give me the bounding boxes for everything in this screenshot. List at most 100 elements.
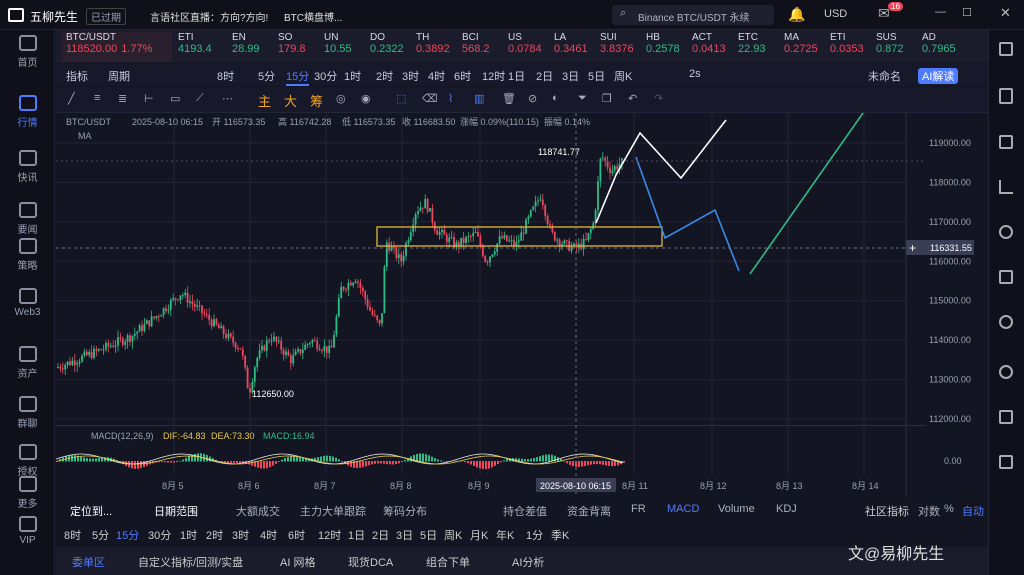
period-button[interactable]: 月K — [470, 527, 488, 543]
marquee-text-2[interactable]: BTC横盘博... — [284, 9, 342, 24]
toolbar-item[interactable]: 12时 — [482, 68, 505, 84]
orderbook-icon[interactable] — [999, 135, 1013, 149]
ticker-item[interactable]: ETI 0.0353 — [830, 32, 874, 62]
panel-icon[interactable] — [999, 42, 1013, 56]
channel-tool-icon[interactable]: ≣ — [118, 92, 127, 105]
lock-icon[interactable]: ⊘ — [528, 92, 537, 105]
toolbar-item[interactable]: 3日 — [562, 68, 579, 84]
main-indicator-button[interactable]: 主 — [258, 91, 271, 110]
nav-item-more[interactable]: 更多 — [0, 476, 55, 510]
period-button[interactable]: 1日 — [348, 527, 365, 543]
nav-item-assets[interactable]: 资产 — [0, 346, 55, 380]
indicator-tab[interactable]: KDJ — [776, 503, 797, 515]
refresh-icon[interactable] — [999, 365, 1013, 379]
grid-icon[interactable] — [999, 270, 1013, 284]
toolbar-item[interactable]: 周K — [614, 68, 632, 84]
measure-icon[interactable]: ▥ — [474, 92, 484, 105]
ticker-item[interactable]: SUS 0.872 — [876, 32, 920, 62]
nav-item-strategy[interactable]: 策略 — [0, 238, 55, 272]
period-button[interactable]: 30分 — [148, 527, 171, 543]
nav-item-news[interactable]: 快讯 — [0, 150, 55, 184]
ticker-item[interactable]: DO 0.2322 — [370, 32, 414, 62]
ticker-item[interactable]: BTC/USDT 118520.00 1.77% — [62, 32, 172, 62]
ray-tool-icon[interactable]: ⊢ — [144, 92, 154, 105]
chart-icon[interactable] — [999, 180, 1013, 194]
panel-tab[interactable]: 组合下单 — [426, 554, 470, 570]
toolbar-item[interactable]: 1日 — [508, 68, 525, 84]
indicator-tab[interactable]: 持仓差值 — [503, 503, 547, 519]
clock-icon[interactable] — [999, 225, 1013, 239]
period-button[interactable]: 年K — [496, 527, 514, 543]
toolbar-item[interactable]: 30分 — [314, 68, 337, 84]
ticker-item[interactable]: LA 0.3461 — [554, 32, 598, 62]
indicator-tab[interactable]: 大额成交 — [236, 503, 280, 519]
magnet-icon[interactable]: ◎ — [336, 92, 346, 105]
period-button[interactable]: 5日 — [420, 527, 437, 543]
indicator-tab[interactable]: 资金背离 — [567, 503, 611, 519]
rect-tool-icon[interactable]: ▭ — [170, 92, 180, 105]
redo-icon[interactable]: ↷ — [654, 92, 663, 105]
select-tool-icon[interactable]: ⬚ — [396, 92, 406, 105]
nav-item-headlines[interactable]: 要闻 — [0, 202, 55, 236]
ticker-item[interactable]: TH 0.3892 — [416, 32, 460, 62]
more-tools-icon[interactable]: ⋯ — [222, 92, 233, 105]
eye-icon[interactable]: ◉ — [361, 92, 371, 105]
period-button[interactable]: 5分 — [92, 527, 109, 543]
auto-toggle[interactable]: 自动 — [962, 503, 984, 519]
toolbar-item[interactable]: 2时 — [376, 68, 393, 84]
chip-button[interactable]: 筹 — [310, 91, 323, 110]
toolbar-item[interactable]: 5日 — [588, 68, 605, 84]
close-icon[interactable]: ✕ — [1000, 5, 1011, 21]
toolbar-item[interactable]: 2日 — [536, 68, 553, 84]
ticker-item[interactable]: ACT 0.0413 — [692, 32, 736, 62]
period-button[interactable]: 8时 — [64, 527, 81, 543]
marquee-text[interactable]: 言语社区直播：方向?方向! — [150, 9, 268, 24]
period-button[interactable]: 2时 — [206, 527, 223, 543]
nav-item-vip[interactable]: VIP — [0, 516, 55, 546]
community-indicator-button[interactable]: 社区指标 — [865, 503, 909, 519]
minimize-icon[interactable]: — — [935, 6, 946, 18]
indicator-tab[interactable]: 筹码分布 — [383, 503, 427, 519]
large-order-button[interactable]: 大 — [284, 91, 297, 110]
period-button[interactable]: 季K — [551, 527, 569, 543]
toolbar-item[interactable]: 2s — [689, 68, 701, 80]
filter-icon[interactable]: ⏷ — [578, 92, 587, 105]
ticker-item[interactable]: MA 0.2725 — [784, 32, 828, 62]
indicator-tab[interactable]: MACD — [667, 503, 699, 515]
ticker-item[interactable]: ETI 4193.4 — [178, 32, 222, 62]
pen-tool-icon[interactable]: ⟋ — [196, 92, 204, 105]
log-toggle[interactable]: 对数 — [918, 503, 940, 519]
layers-icon[interactable]: ❐ — [602, 92, 612, 105]
search-input[interactable]: Binance BTC/USDT 永续 — [638, 9, 750, 24]
period-button[interactable]: 1分 — [526, 527, 543, 543]
panel-tab[interactable]: AI 网格 — [280, 554, 315, 570]
ticker-item[interactable]: HB 0.2578 — [646, 32, 690, 62]
nav-item-web3[interactable]: Web3 — [0, 288, 55, 318]
nav-item-chat[interactable]: 群聊 — [0, 396, 55, 430]
locate-button[interactable]: 定位到... — [70, 503, 112, 519]
period-button[interactable]: 2日 — [372, 527, 389, 543]
period-button[interactable]: 1时 — [180, 527, 197, 543]
hline-tool-icon[interactable]: ≡ — [94, 92, 100, 104]
undo-icon[interactable]: ↶ — [628, 92, 637, 105]
line-tool-icon[interactable]: ╱ — [68, 92, 75, 105]
currency-select[interactable]: USD — [824, 8, 847, 20]
toolbar-item[interactable]: 15分 — [286, 68, 310, 86]
settings-icon[interactable] — [999, 455, 1013, 469]
ticker-item[interactable]: US 0.0784 — [508, 32, 552, 62]
bell-icon[interactable]: 🔔 — [788, 6, 805, 23]
period-button[interactable]: 12时 — [318, 527, 341, 543]
toolbar-item[interactable]: 3时 — [402, 68, 419, 84]
ticker-item[interactable]: UN 10.55 — [324, 32, 368, 62]
period-button[interactable]: 6时 — [288, 527, 305, 543]
nav-item-market[interactable]: 行情 — [0, 95, 55, 129]
indicator-tab[interactable]: 主力大单跟踪 — [300, 503, 366, 519]
user-icon[interactable] — [999, 315, 1013, 329]
panel-tab[interactable]: 委单区 — [72, 554, 105, 570]
indicator-tab[interactable]: Volume — [718, 503, 755, 515]
toolbar-item[interactable]: 未命名 — [868, 68, 901, 84]
period-button[interactable]: 15分 — [116, 527, 139, 543]
date-range-button[interactable]: 日期范围 — [154, 503, 198, 519]
color-icon[interactable]: ◐ — [552, 92, 559, 104]
nav-item-home[interactable]: 首页 — [0, 35, 55, 69]
